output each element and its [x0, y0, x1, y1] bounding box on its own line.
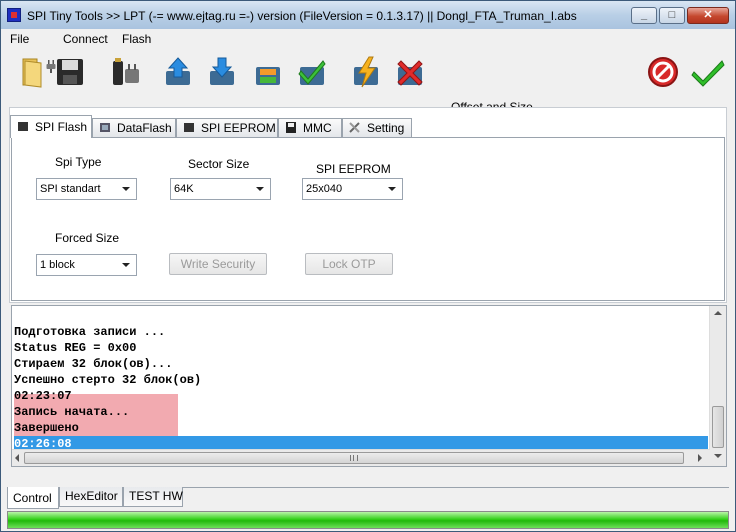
floppy-icon	[286, 122, 296, 133]
eeprom-icon	[184, 123, 194, 132]
reload-icon[interactable]	[251, 55, 285, 89]
grip-icon	[350, 455, 358, 461]
spi-type-value: SPI standart	[40, 183, 101, 195]
vertical-scrollbar[interactable]	[709, 306, 726, 466]
app-icon	[7, 8, 21, 22]
lock-otp-button[interactable]: Lock OTP	[305, 253, 393, 275]
minimize-button[interactable]: _	[631, 7, 657, 24]
menu-bar: File Connect Flash	[1, 29, 735, 73]
progress-fill	[8, 512, 728, 528]
scroll-left-icon[interactable]	[15, 454, 19, 462]
battery-plug-icon[interactable]	[109, 55, 143, 89]
tab-label: MMC	[303, 121, 332, 135]
tab-spi-flash[interactable]: SPI Flash	[10, 115, 92, 138]
scroll-up-icon[interactable]	[714, 311, 722, 315]
erase-x-icon[interactable]	[393, 55, 427, 89]
tab-label: Setting	[367, 121, 405, 135]
tab-control[interactable]: Control	[7, 487, 59, 509]
vertical-scroll-thumb[interactable]	[712, 406, 724, 448]
menu-connect[interactable]: Connect	[63, 32, 108, 46]
scroll-down-icon[interactable]	[714, 454, 722, 458]
log-line: Успешно стерто 32 блок(ов)	[14, 373, 202, 387]
tab-dataflash[interactable]: DataFlash	[92, 118, 176, 137]
maximize-button[interactable]: □	[659, 7, 685, 24]
close-icon: ✕	[703, 9, 713, 21]
write-download-icon[interactable]	[205, 55, 239, 89]
chevron-down-icon	[385, 179, 399, 199]
log-line: Подготовка записи ...	[14, 325, 166, 339]
tab-spi-eeprom[interactable]: SPI EEPROM	[176, 118, 278, 137]
chevron-down-icon	[119, 255, 133, 275]
forced-size-label: Forced Size	[55, 231, 120, 245]
log-output[interactable]: Подготовка записи ... Status REG = 0x00 …	[11, 305, 727, 467]
window-title: SPI Tiny Tools >> LPT (-= www.ejtag.ru =…	[27, 9, 577, 23]
log-line: Стираем 32 блок(ов)...	[14, 357, 173, 371]
log-line: Status REG = 0x00	[14, 341, 137, 355]
open-file-icon[interactable]	[15, 55, 49, 89]
spi-eeprom-select[interactable]: 25x040	[302, 178, 403, 200]
log-line: Завершено	[14, 421, 79, 435]
spi-eeprom-value: 25x040	[306, 183, 343, 195]
toolbar: Offset and Size 00000000 2M	[1, 49, 735, 136]
sector-size-select[interactable]: 64K	[170, 178, 271, 200]
progress-bar	[7, 511, 729, 529]
log-line: 02:23:07	[14, 389, 72, 403]
tab-mmc[interactable]: MMC	[278, 118, 342, 137]
read-upload-icon[interactable]	[161, 55, 195, 89]
stop-icon[interactable]	[646, 55, 680, 89]
apply-check-icon[interactable]	[691, 55, 725, 89]
menu-flash[interactable]: Flash	[122, 32, 151, 46]
app-window: SPI Tiny Tools >> LPT (-= www.ejtag.ru =…	[0, 0, 736, 532]
spi-eeprom-label: SPI EEPROM	[316, 162, 391, 176]
spi-type-label: Spi Type	[55, 155, 102, 169]
save-icon[interactable]	[53, 55, 87, 89]
title-bar[interactable]: SPI Tiny Tools >> LPT (-= www.ejtag.ru =…	[1, 1, 735, 29]
write-security-button[interactable]: Write Security	[169, 253, 267, 275]
chevron-down-icon	[119, 179, 133, 199]
tab-label: SPI Flash	[35, 120, 88, 134]
chevron-down-icon	[253, 179, 267, 199]
menu-file[interactable]: File	[10, 32, 29, 46]
tab-label: DataFlash	[117, 121, 172, 135]
forced-size-value: 1 block	[40, 259, 75, 271]
sector-size-value: 64K	[174, 183, 194, 195]
tab-setting[interactable]: Setting	[342, 118, 412, 137]
close-button[interactable]: ✕	[687, 7, 729, 24]
minimize-icon: _	[640, 9, 648, 21]
horizontal-scroll-thumb[interactable]	[24, 452, 684, 464]
forced-size-select[interactable]: 1 block	[36, 254, 137, 276]
horizontal-scrollbar[interactable]	[12, 449, 710, 466]
maximize-icon: □	[668, 9, 676, 21]
spi-type-select[interactable]: SPI standart	[36, 178, 137, 200]
chip-icon	[18, 122, 28, 131]
sector-size-label: Sector Size	[188, 157, 250, 171]
flash-lightning-icon[interactable]	[349, 55, 383, 89]
dataflash-icon	[100, 123, 110, 132]
scroll-right-icon[interactable]	[698, 454, 702, 462]
tools-icon	[349, 122, 360, 133]
tab-hexeditor[interactable]: HexEditor	[59, 487, 123, 507]
verify-check-icon[interactable]	[295, 55, 329, 89]
tab-label: SPI EEPROM	[201, 121, 276, 135]
log-line: Запись начата...	[14, 405, 130, 419]
tab-test-hw[interactable]: TEST HW	[123, 487, 183, 507]
